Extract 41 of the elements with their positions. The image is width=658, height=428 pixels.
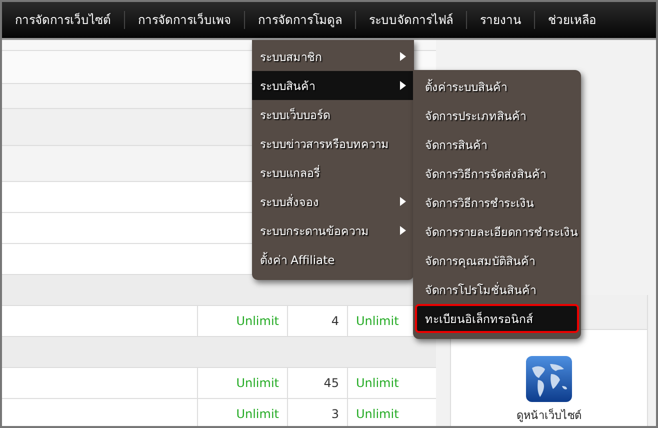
table-cell: Unlimit — [347, 399, 436, 426]
menu-item[interactable]: ระบบสมาชิก — [252, 42, 414, 71]
menu-item[interactable]: จัดการประเภทสินค้า — [415, 101, 579, 130]
menu-item[interactable]: ระบบแกลอรี่ — [252, 158, 414, 187]
table-cell: Unlimit — [197, 306, 287, 336]
table-cell: Unlimit — [347, 368, 436, 398]
table-cell: 45 — [287, 368, 347, 398]
menu-item-label: ระบบแกลอรี่ — [260, 164, 320, 182]
menu-item[interactable]: ระบบกระดานข้อความ — [252, 216, 414, 245]
table-cell: Unlimit — [197, 368, 287, 398]
menu-item[interactable]: จัดการโปรโมชั่นสินค้า — [415, 275, 579, 304]
menu-item[interactable]: จัดการสินค้า — [415, 130, 579, 159]
menu-item-label: ระบบสินค้า — [260, 78, 315, 94]
menu-item[interactable]: จัดการวิธีการชำระเงิน — [415, 188, 579, 217]
table-cell: 3 — [287, 399, 347, 426]
menu-item[interactable]: จัดการวิธีการจัดส่งสินค้า — [415, 159, 579, 188]
table-cell: 4 — [287, 306, 347, 336]
menu-item[interactable]: ตั้งค่าระบบสินค้า — [415, 72, 579, 101]
nav-menu-item[interactable]: การจัดการเว็บไซต์ — [2, 11, 124, 29]
nav-menu-item[interactable]: รายงาน — [466, 11, 534, 29]
menu-item[interactable]: ระบบสินค้า — [252, 71, 414, 100]
menu-item[interactable]: ระบบเว็บบอร์ด — [252, 100, 414, 129]
menu-item[interactable]: ทะเบียนอิเล็กทรอนิกส์ — [415, 304, 579, 333]
menu-item-label: ระบบข่าวสารหรือบทความ — [260, 136, 389, 152]
nav-menu-item[interactable]: ช่วยเหลือ — [534, 11, 609, 29]
menu-item-label: ระบบกระดานข้อความ — [260, 222, 369, 240]
menu-item-label: ระบบเว็บบอร์ด — [260, 106, 330, 124]
menu-item[interactable]: ระบบสั่งจอง — [252, 187, 414, 216]
nav-menu-item[interactable]: การจัดการเว็บเพจ — [124, 11, 244, 29]
menu-item[interactable]: จัดการคุณสมบัติสินค้า — [415, 246, 579, 275]
menu-item-label: ระบบสั่งจอง — [260, 193, 319, 210]
menu-item[interactable]: จัดการรายละเอียดการชำระเงิน — [415, 217, 579, 246]
menu-item-label: ตั้งค่า Affiliate — [260, 251, 335, 268]
menu-item-label: ระบบสมาชิก — [260, 48, 322, 66]
menu-item[interactable]: ตั้งค่า Affiliate — [252, 245, 414, 274]
table-cell: Unlimit — [197, 399, 287, 426]
menu-item[interactable]: ระบบข่าวสารหรือบทความ — [252, 129, 414, 158]
globe-icon[interactable] — [526, 356, 572, 402]
nav-menu-item[interactable]: ระบบจัดการไฟล์ — [355, 11, 466, 29]
nav-menu-item[interactable]: การจัดการโมดูล — [244, 11, 355, 29]
shortcut-label[interactable]: ดูหน้าเว็บไซต์ — [516, 406, 582, 424]
